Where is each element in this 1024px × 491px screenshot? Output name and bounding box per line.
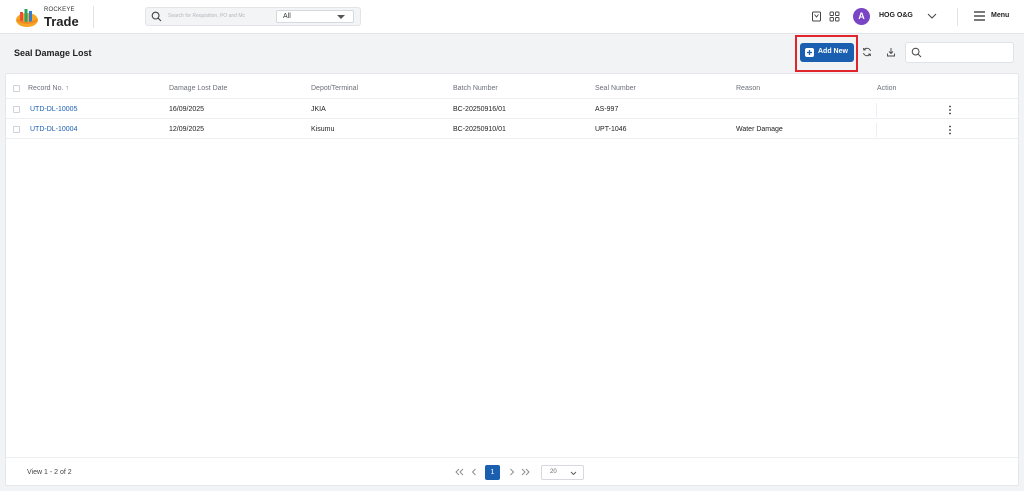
first-page-icon[interactable]	[455, 468, 464, 476]
search-scope-select[interactable]: All	[276, 10, 354, 23]
column-separator	[876, 123, 877, 137]
apps-grid-icon[interactable]	[829, 11, 840, 22]
add-new-label: Add New	[818, 48, 848, 55]
column-header-action: Action	[877, 85, 897, 92]
damage-date-cell: 16/09/2025	[169, 106, 205, 113]
batch-cell: BC-20250916/01	[453, 106, 506, 113]
page-size-value: 20	[550, 469, 557, 475]
column-header-batch[interactable]: Batch Number	[453, 85, 498, 92]
column-header-date[interactable]: Damage Lost Date	[169, 85, 227, 92]
depot-cell: JKIA	[311, 106, 326, 113]
caret-down-icon	[337, 15, 345, 19]
top-bar: ROCKEYE Trade Search for Requisition, PO…	[0, 0, 1024, 34]
table-row[interactable]: UTD-DL-10005 16/09/2025 JKIA BC-20250916…	[6, 100, 1018, 119]
search-scope-value: All	[283, 13, 291, 20]
batch-cell: BC-20250910/01	[453, 126, 506, 133]
last-page-icon[interactable]	[521, 468, 530, 476]
column-header-reason[interactable]: Reason	[736, 85, 760, 92]
search-placeholder[interactable]: Search for Requisition, PO and Mc	[168, 13, 245, 19]
damage-date-cell: 12/09/2025	[169, 126, 205, 133]
data-grid: Record No. ↑ Damage Lost Date Depot/Term…	[5, 73, 1019, 486]
user-name[interactable]: HOG O&G	[879, 12, 913, 19]
brand-tagline: ROCKEYE	[44, 7, 75, 13]
global-search[interactable]: Search for Requisition, PO and Mc All	[145, 7, 361, 26]
record-link[interactable]: UTD-DL-10005	[30, 106, 77, 113]
grid-footer: View 1 - 2 of 2 1 20	[6, 457, 1018, 485]
column-header-depot[interactable]: Depot/Terminal	[311, 85, 358, 92]
divider	[957, 8, 958, 26]
row-checkbox[interactable]	[13, 106, 20, 113]
kebab-icon[interactable]	[948, 105, 952, 115]
column-header-record[interactable]: Record No. ↑	[28, 85, 69, 92]
download-icon[interactable]	[886, 47, 896, 57]
reason-cell: Water Damage	[736, 126, 783, 133]
refresh-icon[interactable]	[862, 47, 872, 57]
table-search-input[interactable]	[905, 42, 1014, 63]
record-link[interactable]: UTD-DL-10004	[30, 126, 77, 133]
next-page-icon[interactable]	[509, 468, 515, 476]
seal-cell: AS-997	[595, 106, 619, 113]
table-header-row: Record No. ↑ Damage Lost Date Depot/Term…	[6, 79, 1018, 99]
table-row[interactable]: UTD-DL-10004 12/09/2025 Kisumu BC-202509…	[6, 120, 1018, 139]
brand-name: Trade	[44, 14, 79, 29]
hamburger-icon	[974, 11, 985, 21]
logo[interactable]: ROCKEYE Trade	[14, 5, 94, 29]
page-title: Seal Damage Lost	[14, 48, 92, 58]
column-header-seal[interactable]: Seal Number	[595, 85, 636, 92]
kebab-icon[interactable]	[948, 125, 952, 135]
page-size-select[interactable]: 20	[541, 465, 584, 480]
bookmark-icon[interactable]	[811, 11, 822, 22]
prev-page-icon[interactable]	[471, 468, 477, 476]
record-count: View 1 - 2 of 2	[27, 469, 72, 476]
search-icon	[911, 47, 922, 58]
row-checkbox[interactable]	[13, 126, 20, 133]
plus-icon	[805, 48, 814, 57]
divider	[93, 6, 94, 28]
menu-button[interactable]: Menu	[974, 10, 1018, 24]
avatar[interactable]: A	[853, 8, 870, 25]
seal-cell: UPT-1046	[595, 126, 627, 133]
chevron-down-icon	[570, 471, 577, 476]
chevron-down-icon[interactable]	[927, 12, 937, 20]
logo-mark-icon	[16, 9, 38, 27]
menu-label: Menu	[991, 12, 1010, 19]
depot-cell: Kisumu	[311, 126, 335, 133]
select-all-checkbox[interactable]	[13, 85, 20, 92]
column-separator	[876, 103, 877, 117]
page-number-current[interactable]: 1	[485, 465, 500, 480]
search-icon	[151, 11, 162, 22]
add-new-button[interactable]: Add New	[800, 43, 854, 62]
